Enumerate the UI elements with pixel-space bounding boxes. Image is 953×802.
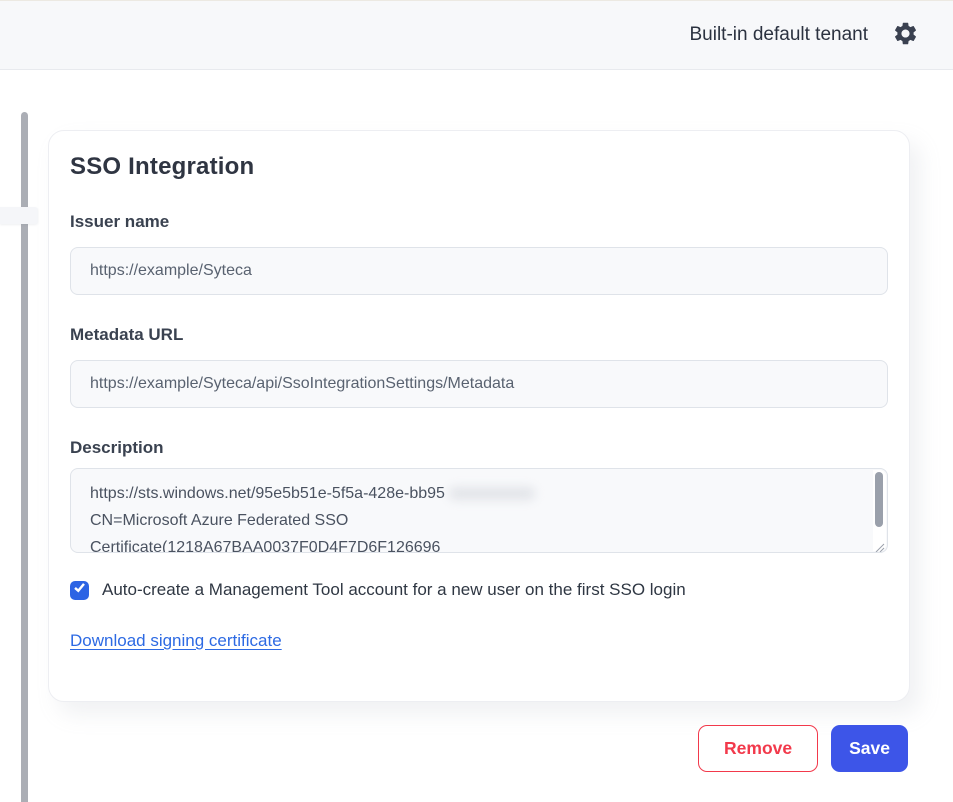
page-title: SSO Integration bbox=[70, 153, 888, 181]
description-label: Description bbox=[70, 438, 888, 458]
issuer-name-label: Issuer name bbox=[70, 212, 888, 232]
tenant-name-label: Built-in default tenant bbox=[689, 24, 868, 46]
metadata-url-input[interactable] bbox=[70, 360, 888, 408]
actions-row: Remove Save bbox=[698, 725, 908, 772]
checkmark-icon bbox=[73, 581, 86, 599]
metadata-url-label: Metadata URL bbox=[70, 325, 888, 345]
auto-create-checkbox[interactable] bbox=[70, 581, 89, 600]
description-textarea[interactable]: https://sts.windows.net/95e5b51e-5f5a-42… bbox=[70, 468, 888, 553]
description-text: https://sts.windows.net/95e5b51e-5f5a-42… bbox=[71, 469, 887, 553]
auto-create-label[interactable]: Auto-create a Management Tool account fo… bbox=[102, 580, 686, 600]
textarea-scrollbar-track[interactable] bbox=[873, 470, 886, 551]
topbar: Built-in default tenant bbox=[0, 0, 953, 70]
auto-create-row: Auto-create a Management Tool account fo… bbox=[70, 579, 888, 601]
textarea-scrollbar-thumb[interactable] bbox=[875, 472, 883, 527]
settings-button[interactable] bbox=[890, 20, 920, 50]
textarea-resize-handle[interactable] bbox=[875, 540, 885, 550]
issuer-name-input[interactable] bbox=[70, 247, 888, 295]
gear-icon bbox=[892, 20, 919, 50]
save-button[interactable]: Save bbox=[831, 725, 908, 772]
redacted-blur bbox=[449, 487, 535, 500]
sso-integration-card: SSO Integration Issuer name Metadata URL… bbox=[48, 130, 910, 702]
download-certificate-link[interactable]: Download signing certificate bbox=[70, 631, 282, 651]
left-edge-band bbox=[0, 207, 38, 224]
remove-button[interactable]: Remove bbox=[698, 725, 818, 772]
